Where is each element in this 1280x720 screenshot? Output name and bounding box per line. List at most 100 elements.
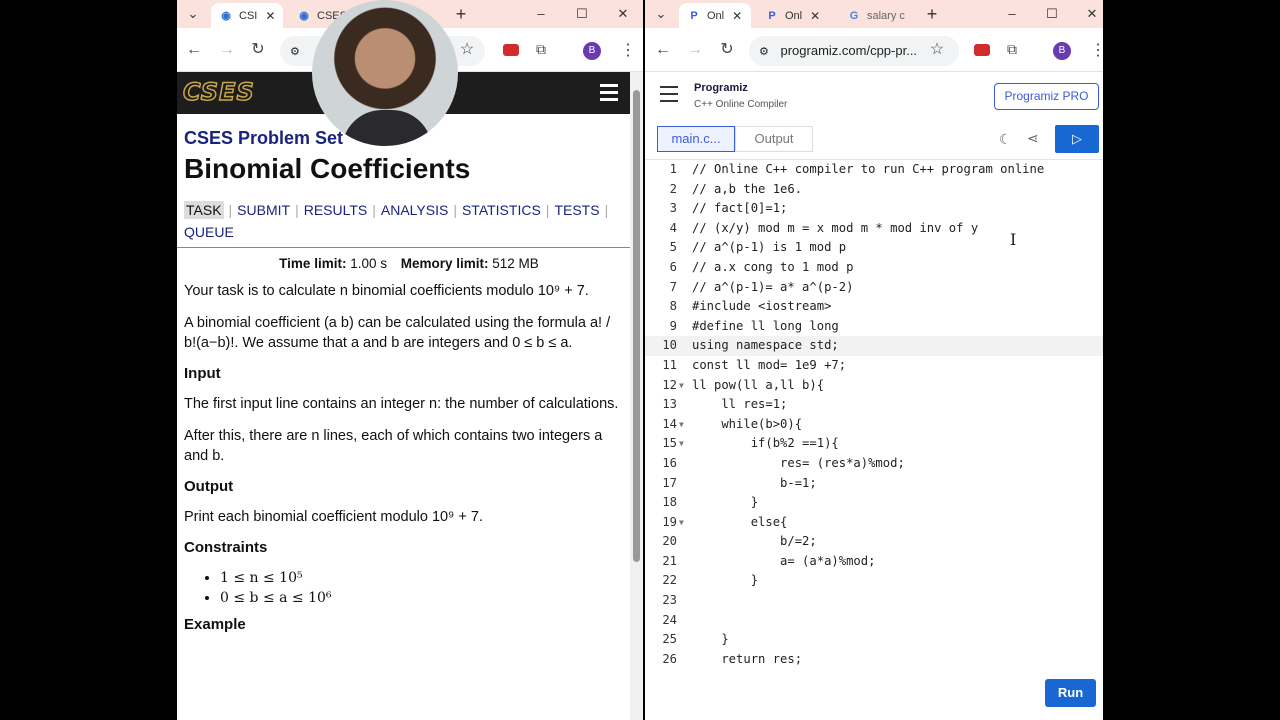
scrollbar-thumb[interactable] bbox=[633, 90, 640, 562]
line-number: 4 bbox=[669, 220, 677, 235]
nav-queue[interactable]: QUEUE bbox=[184, 224, 234, 240]
tab-label: salary c bbox=[867, 9, 905, 22]
line-text: while(b>0){ bbox=[692, 416, 803, 431]
code-line[interactable]: 5 // a^(p-1) is 1 mod p bbox=[645, 238, 1103, 258]
task-paragraph-2: A binomial coefficient (a b) can be calc… bbox=[184, 315, 611, 351]
tab-programiz-active[interactable]: P Onl ✕ bbox=[679, 3, 751, 28]
close-window-button[interactable]: ✕ bbox=[612, 4, 634, 24]
code-line[interactable]: 6 // a.x cong to 1 mod p bbox=[645, 258, 1103, 278]
code-line[interactable]: 3 // fact[0]=1; bbox=[645, 199, 1103, 219]
programiz-icon: P bbox=[768, 9, 776, 22]
tab-cses-active[interactable]: ◉ CSI ✕ bbox=[211, 3, 283, 28]
line-number: 16 bbox=[662, 455, 677, 470]
reload-icon[interactable]: ↻ bbox=[717, 40, 737, 60]
code-line[interactable]: 11 const ll mod= 1e9 +7; bbox=[645, 356, 1103, 376]
run-button[interactable]: Run bbox=[1045, 679, 1096, 707]
code-line[interactable]: 13 ll res=1; bbox=[645, 395, 1103, 415]
minimize-button[interactable]: – bbox=[530, 4, 552, 24]
hamburger-menu-icon[interactable] bbox=[600, 84, 618, 105]
fold-chevron-icon[interactable]: ▼ bbox=[679, 434, 684, 454]
nav-analysis[interactable]: ANALYSIS bbox=[381, 202, 448, 218]
code-line[interactable]: 10 using namespace std; bbox=[645, 336, 1103, 356]
share-icon[interactable]: ⋖ bbox=[1027, 130, 1039, 147]
nav-results[interactable]: RESULTS bbox=[304, 202, 368, 218]
forward-icon[interactable]: → bbox=[685, 40, 705, 60]
line-text: ll res=1; bbox=[692, 397, 788, 412]
compiler-subtitle: C++ Online Compiler bbox=[694, 99, 788, 110]
output-tab[interactable]: Output bbox=[735, 126, 813, 152]
code-line[interactable]: 17 b-=1; bbox=[645, 474, 1103, 494]
nav-task[interactable]: TASK bbox=[184, 201, 224, 219]
site-info-icon[interactable]: ⚙ bbox=[759, 46, 769, 58]
line-number: 22 bbox=[662, 573, 677, 588]
code-line[interactable]: 8 #include <iostream> bbox=[645, 297, 1103, 317]
code-line[interactable]: 26 return res; bbox=[645, 650, 1103, 670]
code-line[interactable]: 4 // (x/y) mod m = x mod m * mod inv of y bbox=[645, 219, 1103, 239]
code-line[interactable]: 16 res= (res*a)%mod; bbox=[645, 454, 1103, 474]
tab-google[interactable]: G salary c bbox=[839, 3, 915, 28]
code-line[interactable]: 20 b/=2; bbox=[645, 532, 1103, 552]
code-line[interactable]: 12 ▼ ll pow(ll a,ll b){ bbox=[645, 376, 1103, 396]
profile-avatar[interactable]: B bbox=[583, 42, 601, 60]
forward-icon[interactable]: → bbox=[217, 40, 237, 60]
memory-limit-label: Memory limit: bbox=[400, 256, 489, 271]
back-icon[interactable]: ← bbox=[653, 40, 673, 60]
bookmark-star-icon[interactable]: ☆ bbox=[457, 40, 477, 60]
constraint-item: 0 ≤ b ≤ a ≤ 10⁶ bbox=[220, 588, 624, 608]
line-number: 2 bbox=[669, 181, 677, 196]
back-icon[interactable]: ← bbox=[184, 40, 204, 60]
nav-submit[interactable]: SUBMIT bbox=[237, 202, 290, 218]
new-tab-button[interactable]: + bbox=[921, 4, 943, 24]
hamburger-menu-icon[interactable] bbox=[660, 86, 678, 107]
maximize-button[interactable]: ☐ bbox=[571, 4, 593, 24]
fold-chevron-icon[interactable]: ▼ bbox=[679, 415, 684, 435]
code-line[interactable]: 18 } bbox=[645, 493, 1103, 513]
fold-chevron-icon[interactable]: ▼ bbox=[679, 376, 684, 396]
profile-avatar[interactable]: B bbox=[1053, 42, 1071, 60]
cses-logo[interactable]: CSES bbox=[182, 77, 255, 107]
code-line[interactable]: 25 } bbox=[645, 630, 1103, 650]
page-scrollbar[interactable] bbox=[630, 72, 643, 720]
line-text: } bbox=[692, 632, 729, 647]
code-line[interactable]: 24 bbox=[645, 611, 1103, 631]
extensions-puzzle-icon[interactable]: ⧉ bbox=[536, 41, 546, 58]
maximize-button[interactable]: ☐ bbox=[1041, 4, 1063, 24]
code-line[interactable]: 23 bbox=[645, 591, 1103, 611]
menu-kebab-icon[interactable]: ⋮ bbox=[620, 40, 636, 60]
file-tab-main[interactable]: main.c... bbox=[657, 126, 735, 152]
reload-icon[interactable]: ↻ bbox=[248, 40, 268, 60]
nav-statistics[interactable]: STATISTICS bbox=[462, 202, 541, 218]
menu-kebab-icon[interactable]: ⋮ bbox=[1090, 40, 1103, 60]
code-line[interactable]: 19 ▼ else{ bbox=[645, 513, 1103, 533]
extension-icon[interactable] bbox=[974, 44, 990, 56]
code-line[interactable]: 21 a= (a*a)%mod; bbox=[645, 552, 1103, 572]
code-line[interactable]: 15 ▼ if(b%2 ==1){ bbox=[645, 434, 1103, 454]
dark-mode-icon[interactable]: ☾ bbox=[999, 131, 1012, 148]
fold-chevron-icon[interactable]: ▼ bbox=[679, 513, 684, 533]
line-text: // Online C++ compiler to run C++ progra… bbox=[692, 162, 1045, 176]
tab-search-icon[interactable]: ⌄ bbox=[182, 4, 204, 24]
programiz-pro-button[interactable]: Programiz PRO bbox=[994, 83, 1099, 110]
close-icon[interactable]: ✕ bbox=[732, 9, 742, 23]
minimize-button[interactable]: – bbox=[1001, 4, 1023, 24]
new-tab-button[interactable]: + bbox=[450, 4, 472, 24]
run-play-button[interactable]: ▷ bbox=[1055, 125, 1099, 153]
bookmark-star-icon[interactable]: ☆ bbox=[927, 40, 947, 60]
code-line[interactable]: 2 // a,b the 1e6. bbox=[645, 180, 1103, 200]
extension-icon[interactable] bbox=[503, 44, 519, 56]
close-icon[interactable]: ✕ bbox=[265, 9, 275, 23]
tab-programiz[interactable]: P Onl ✕ bbox=[757, 3, 833, 28]
code-line[interactable]: 9 #define ll long long bbox=[645, 317, 1103, 337]
code-line[interactable]: 14 ▼ while(b>0){ bbox=[645, 415, 1103, 435]
programiz-logo[interactable]: Programiz bbox=[694, 82, 748, 94]
site-info-icon[interactable]: ⚙ bbox=[290, 46, 300, 58]
code-line[interactable]: 1 // Online C++ compiler to run C++ progr… bbox=[645, 160, 1103, 180]
extensions-puzzle-icon[interactable]: ⧉ bbox=[1007, 41, 1017, 58]
nav-tests[interactable]: TESTS bbox=[554, 202, 599, 218]
close-window-button[interactable]: ✕ bbox=[1081, 4, 1103, 24]
close-icon[interactable]: ✕ bbox=[810, 9, 820, 23]
code-line[interactable]: 22 } bbox=[645, 571, 1103, 591]
code-line[interactable]: 7 // a^(p-1)= a* a^(p-2) bbox=[645, 278, 1103, 298]
tab-search-icon[interactable]: ⌄ bbox=[650, 4, 672, 24]
code-editor[interactable]: 1 // Online C++ compiler to run C++ progr… bbox=[645, 160, 1103, 669]
